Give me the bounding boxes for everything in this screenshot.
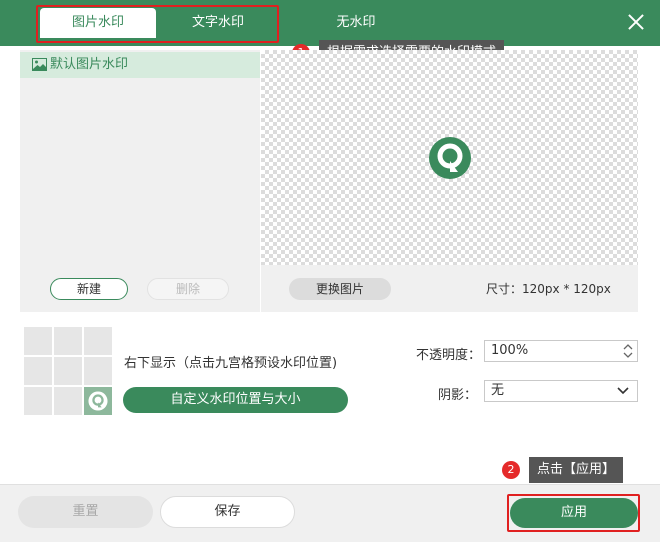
grid-cell-top-center[interactable]	[54, 327, 82, 355]
preview-canvas	[261, 50, 638, 265]
list-item-default-watermark[interactable]: 默认图片水印	[20, 52, 260, 78]
custom-position-button[interactable]: 自定义水印位置与大小	[123, 387, 348, 413]
grid-cell-top-left[interactable]	[24, 327, 52, 355]
watermark-logo-icon	[429, 137, 471, 179]
chevron-down-icon	[617, 387, 629, 395]
preview-panel: 更换图片 尺寸：120px * 120px	[261, 50, 638, 312]
position-grid	[24, 327, 112, 415]
image-icon	[32, 58, 47, 71]
opacity-value: 100%	[491, 343, 529, 358]
tab-image-watermark[interactable]: 图片水印	[40, 8, 156, 38]
watermark-logo-icon	[88, 391, 108, 411]
close-icon[interactable]	[626, 12, 646, 32]
apply-button[interactable]: 应用	[510, 498, 638, 528]
grid-cell-top-right[interactable]	[84, 327, 112, 355]
spin-arrows-icon[interactable]	[623, 343, 633, 359]
callout-badge-2: 2	[502, 461, 520, 479]
shadow-label: 阴影：	[438, 388, 478, 403]
delete-button[interactable]: 删除	[147, 278, 229, 300]
grid-cell-bottom-left[interactable]	[24, 387, 52, 415]
save-button[interactable]: 保存	[160, 496, 295, 528]
watermark-list-panel: 默认图片水印 新建 删除	[20, 50, 260, 312]
shadow-select[interactable]: 无	[484, 380, 638, 402]
position-description: 右下显示（点击九宫格预设水印位置)	[124, 356, 338, 371]
grid-cell-bottom-right[interactable]	[84, 387, 112, 415]
list-item-label: 默认图片水印	[50, 57, 129, 72]
grid-cell-middle-right[interactable]	[84, 357, 112, 385]
tab-text-watermark[interactable]: 文字水印	[160, 8, 276, 38]
shadow-value: 无	[491, 383, 505, 398]
callout-text-2: 点击【应用】	[529, 457, 624, 483]
opacity-label: 不透明度：	[416, 348, 482, 363]
tab-no-watermark[interactable]: 无水印	[298, 8, 414, 38]
new-button[interactable]: 新建	[50, 278, 128, 300]
opacity-input[interactable]: 100%	[484, 340, 638, 362]
footer-bar: 重置 保存 应用	[0, 484, 660, 542]
reset-button[interactable]: 重置	[18, 496, 153, 528]
grid-cell-center[interactable]	[54, 357, 82, 385]
grid-cell-middle-left[interactable]	[24, 357, 52, 385]
grid-cell-bottom-center[interactable]	[54, 387, 82, 415]
replace-image-button[interactable]: 更换图片	[289, 278, 391, 300]
image-size-text: 尺寸：120px * 120px	[486, 282, 611, 296]
